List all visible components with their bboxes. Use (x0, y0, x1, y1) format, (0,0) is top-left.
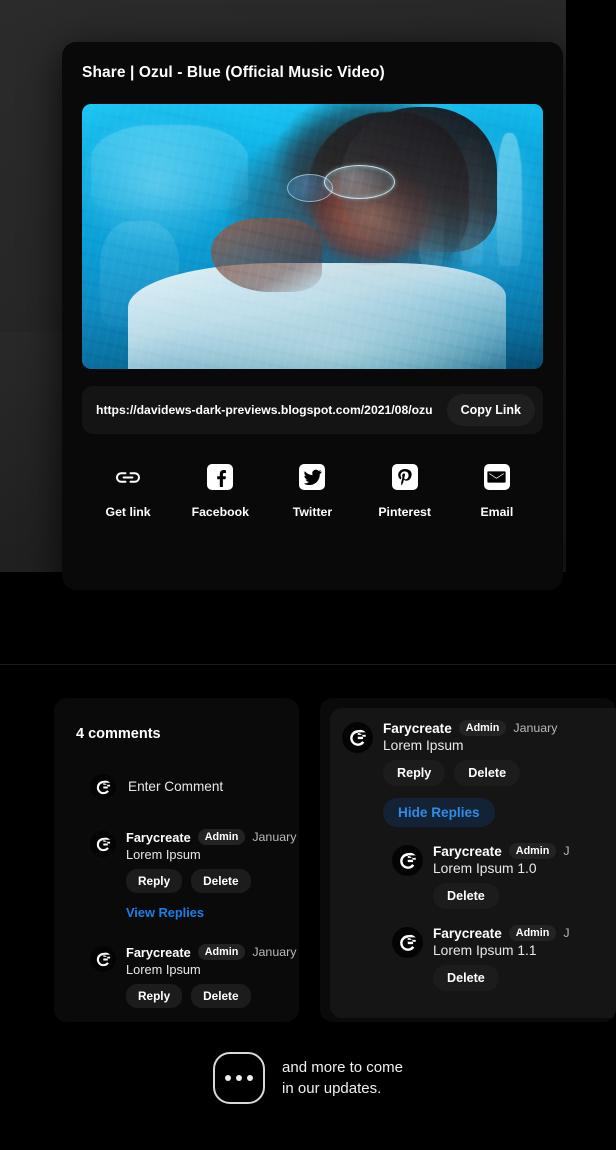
comment-author: Farycreate (433, 843, 502, 859)
share-target-label: Twitter (292, 505, 333, 519)
pinterest-icon (391, 464, 418, 490)
comment-date: J (563, 926, 570, 940)
comment-author: Farycreate (126, 829, 191, 845)
share-target-twitter[interactable]: Twitter (268, 464, 356, 519)
enter-comment-placeholder: Enter Comment (128, 778, 224, 794)
avatar (392, 845, 423, 876)
enter-comment-row[interactable]: Enter Comment (54, 772, 299, 800)
avatar (392, 927, 423, 958)
comments-panel-expanded: Farycreate Admin January Lorem Ipsum Rep… (320, 698, 616, 1022)
comment-item-root: Farycreate Admin January Lorem Ipsum Rep… (330, 708, 616, 827)
thumbnail-texture (82, 104, 543, 369)
section-divider (0, 664, 616, 665)
delete-button[interactable]: Delete (191, 984, 251, 1008)
comment-date: January (252, 945, 297, 959)
comment-item: Farycreate Admin January Lorem Ipsum Rep… (54, 922, 299, 1008)
share-modal-title: Share | Ozul - Blue (Official Music Vide… (82, 64, 385, 81)
delete-button[interactable]: Delete (191, 869, 251, 893)
comment-item: Farycreate Admin January Lorem Ipsum Rep… (54, 800, 299, 922)
link-icon (114, 464, 142, 490)
share-targets-row: Get link Facebook Twitter Pinterest Emai… (82, 464, 543, 519)
copy-link-button[interactable]: Copy Link (446, 394, 535, 426)
app-root: Share | Ozul - Blue (Official Music Vide… (0, 0, 616, 1150)
comment-date: January (513, 721, 558, 735)
view-replies-button[interactable]: View Replies (126, 905, 204, 920)
comment-text: Lorem Ipsum (383, 738, 464, 753)
status-badge: Admin (197, 944, 246, 960)
share-url-row: https://davidews-dark-previews.blogspot.… (82, 386, 543, 434)
comments-panel-collapsed: 4 comments Enter Comment Farycreate Admi… (54, 698, 299, 1022)
comment-text: Lorem Ipsum 1.0 (433, 861, 537, 876)
delete-button[interactable]: Delete (433, 883, 499, 909)
thumbnail-image (82, 104, 543, 369)
avatar (342, 722, 373, 753)
reply-button[interactable]: Reply (126, 869, 183, 893)
share-target-label: Facebook (191, 505, 249, 519)
reply-item: Farycreate Admin J Lorem Ipsum 1.0 Delet… (330, 827, 616, 909)
footer-line-1: and more to come (282, 1058, 403, 1076)
reply-button[interactable]: Reply (383, 760, 446, 786)
comments-count-label: 4 comments (76, 726, 161, 742)
footer: and more to come in our updates. (0, 1052, 616, 1104)
share-target-label: Pinterest (378, 505, 431, 519)
hide-replies-button[interactable]: Hide Replies (383, 798, 495, 827)
comment-text: Lorem Ipsum (126, 962, 201, 977)
share-target-pinterest[interactable]: Pinterest (361, 464, 449, 519)
comment-date: J (563, 844, 570, 858)
share-url-text[interactable]: https://davidews-dark-previews.blogspot.… (96, 403, 447, 417)
comments-list: Enter Comment Farycreate Admin January L… (54, 772, 299, 1008)
ellipsis-icon (213, 1052, 266, 1104)
status-badge: Admin (508, 925, 557, 941)
reply-item: Farycreate Admin J Lorem Ipsum 1.1 Delet… (330, 909, 616, 991)
comment-author: Farycreate (126, 944, 191, 960)
reply-button[interactable]: Reply (126, 984, 183, 1008)
share-target-email[interactable]: Email (453, 464, 541, 519)
delete-button[interactable]: Delete (454, 760, 521, 786)
status-badge: Admin (197, 829, 246, 845)
avatar (90, 946, 116, 972)
avatar (90, 831, 116, 857)
share-target-label: Get link (105, 505, 151, 519)
footer-text: and more to come in our updates. (282, 1057, 403, 1100)
comment-author: Farycreate (433, 925, 502, 941)
video-thumbnail[interactable] (82, 104, 543, 369)
delete-button[interactable]: Delete (433, 965, 499, 991)
comment-date: January (252, 830, 297, 844)
footer-line-2: in our updates. (282, 1080, 382, 1097)
status-badge: Admin (458, 720, 507, 736)
email-icon (483, 464, 510, 490)
comment-text: Lorem Ipsum (126, 847, 201, 862)
twitter-icon (299, 464, 326, 490)
avatar (90, 774, 116, 800)
share-modal: Share | Ozul - Blue (Official Music Vide… (62, 42, 563, 590)
share-target-label: Email (480, 505, 514, 519)
comments-thread: Farycreate Admin January Lorem Ipsum Rep… (330, 708, 616, 1018)
status-badge: Admin (508, 843, 557, 859)
share-target-get-link[interactable]: Get link (84, 464, 172, 519)
facebook-icon (207, 464, 234, 490)
share-target-facebook[interactable]: Facebook (176, 464, 264, 519)
comment-author: Farycreate (383, 720, 452, 736)
comment-text: Lorem Ipsum 1.1 (433, 943, 537, 958)
